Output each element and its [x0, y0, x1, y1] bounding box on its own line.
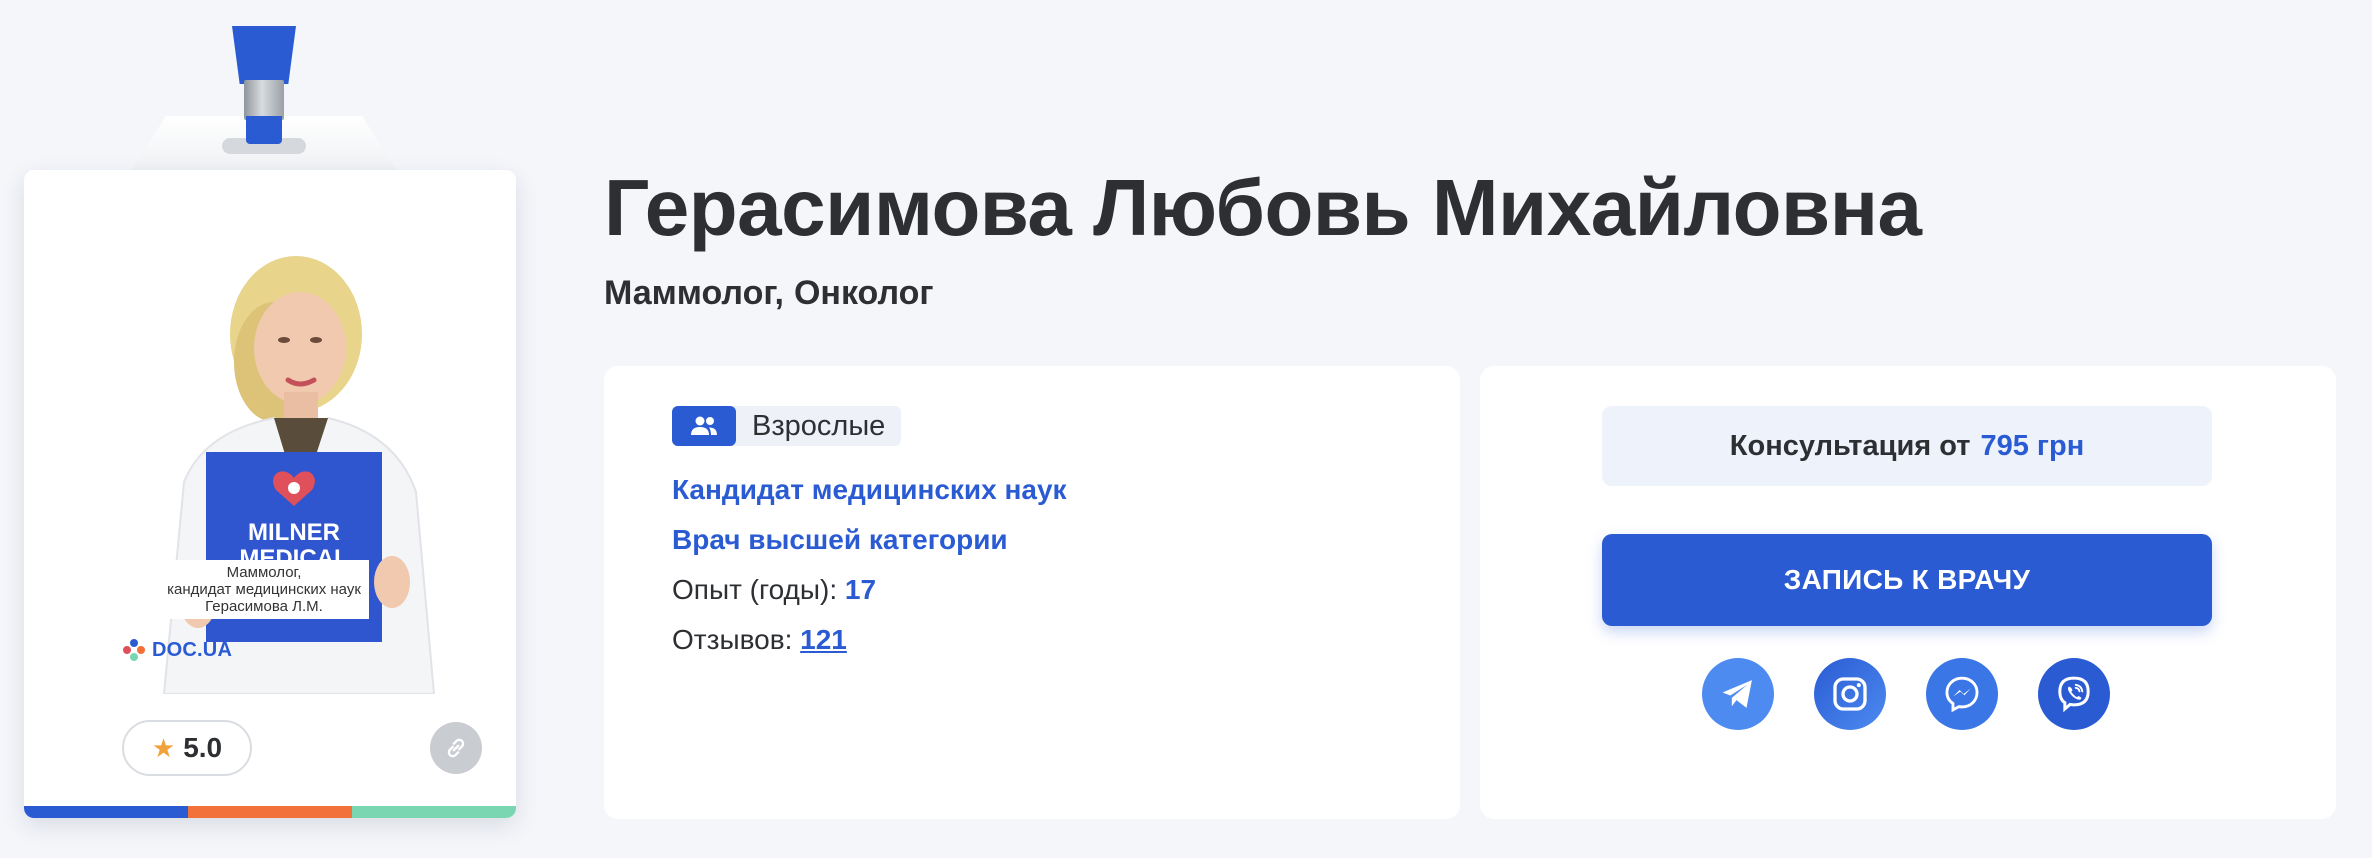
- price-label: Консультация от: [1729, 429, 1971, 462]
- social-links: [1702, 658, 2110, 730]
- caption-line-3: Герасимова Л.М.: [205, 598, 323, 615]
- copy-link-button[interactable]: [430, 722, 482, 774]
- doctor-info-card: Взрослые Кандидат медицинских наук Врач …: [604, 366, 1460, 819]
- doctor-badge-card: MILNER MEDICAL Маммолог, кандидат медици…: [24, 170, 516, 818]
- instagram-button[interactable]: [1814, 658, 1886, 730]
- lanyard-tab: [246, 116, 282, 144]
- docua-logo-icon: [123, 639, 145, 661]
- academic-degree: Кандидат медицинских наук: [672, 474, 1067, 505]
- specialty-2[interactable]: Онколог: [794, 274, 934, 313]
- docua-brand-text: DOC.UA: [152, 638, 233, 661]
- caption-line-2: кандидат медицинских наук: [167, 581, 361, 598]
- viber-icon: [2058, 676, 2090, 713]
- doctor-specialties: Маммолог, Онколог: [604, 274, 934, 313]
- messenger-button[interactable]: [1926, 658, 1998, 730]
- book-appointment-button[interactable]: ЗАПИСЬ К ВРАЧУ: [1602, 534, 2212, 626]
- doctor-name: Герасимова Любовь Михайловна: [604, 163, 1922, 252]
- doctor-category: Врач высшей категории: [672, 524, 1008, 555]
- telegram-button[interactable]: [1702, 658, 1774, 730]
- experience-value: 17: [844, 574, 877, 605]
- caption-line-1: Маммолог,: [226, 564, 302, 581]
- rating-badge[interactable]: ★ 5.0: [122, 720, 252, 776]
- reviews-label: Отзывов:: [672, 624, 793, 655]
- specialty-1[interactable]: Маммолог,: [604, 274, 784, 313]
- sign-line-1: MILNER: [248, 519, 340, 546]
- lanyard-strap: [232, 26, 296, 84]
- experience-label: Опыт (годы):: [672, 574, 838, 605]
- viber-button[interactable]: [2038, 658, 2110, 730]
- docua-logo: DOC.UA: [122, 638, 232, 662]
- reviews-line: Отзывов: 121: [672, 624, 847, 656]
- photo-caption: Маммолог, кандидат медицинских наук Гера…: [159, 560, 369, 619]
- messenger-icon: [1945, 676, 1979, 713]
- booking-card: Консультация от 795 грн ЗАПИСЬ К ВРАЧУ: [1480, 366, 2336, 819]
- lanyard-clip: [244, 80, 284, 120]
- consultation-price: Консультация от 795 грн: [1602, 406, 2212, 486]
- instagram-icon: [1833, 677, 1867, 711]
- telegram-icon: [1722, 680, 1752, 708]
- age-group-tag: Взрослые: [672, 406, 902, 446]
- people-icon: [672, 406, 736, 446]
- link-icon: [447, 738, 465, 758]
- doctor-photo: MILNER MEDICAL: [162, 256, 436, 694]
- age-group-label: Взрослые: [752, 409, 886, 442]
- rating-value: 5.0: [183, 732, 223, 763]
- price-value: 795 грн: [1980, 429, 2085, 462]
- star-icon: ★: [151, 732, 176, 763]
- stripe-blue: [24, 806, 188, 818]
- stripe-orange: [188, 806, 352, 818]
- experience-line: Опыт (годы): 17: [672, 574, 876, 606]
- reviews-link[interactable]: 121: [800, 624, 847, 655]
- badge-color-stripes: [24, 806, 516, 818]
- stripe-green: [352, 806, 516, 818]
